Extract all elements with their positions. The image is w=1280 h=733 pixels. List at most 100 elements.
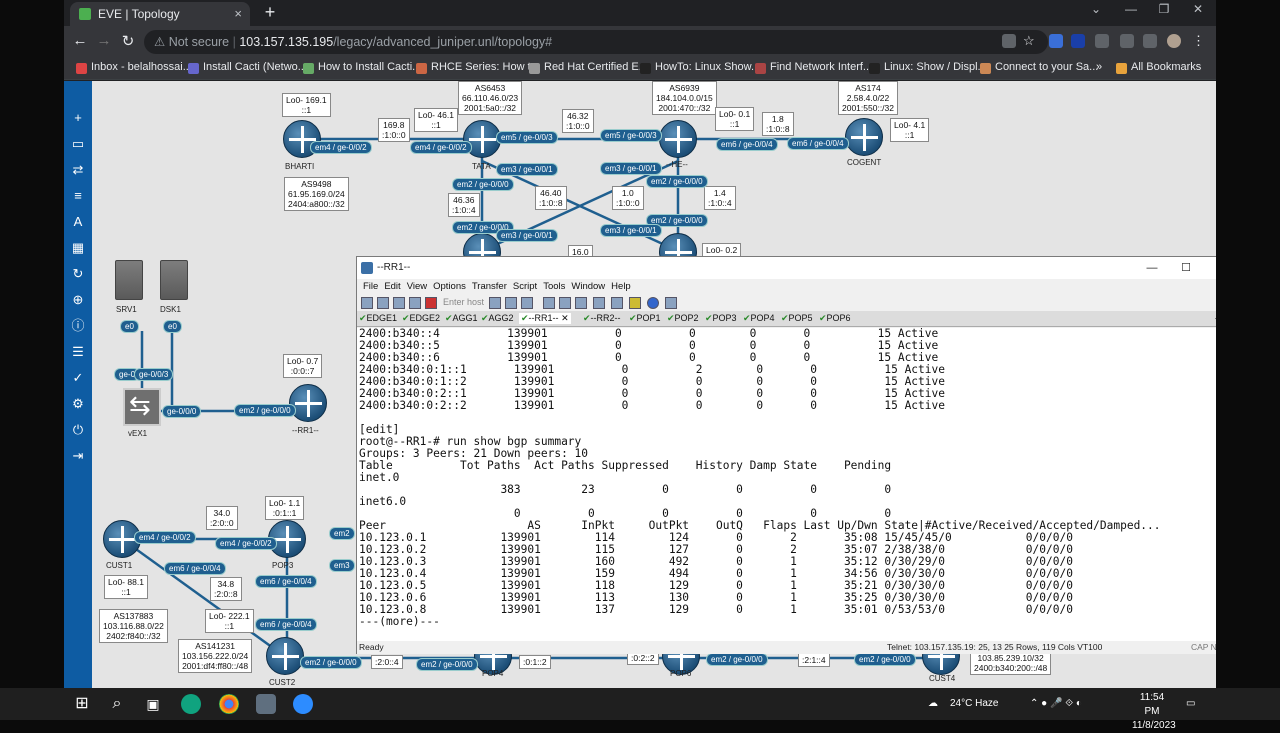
close-tab-icon[interactable]: ×: [234, 2, 242, 26]
tab-rr1-active[interactable]: ✔--RR1-- ✕: [519, 313, 571, 324]
extensions-icon[interactable]: [1120, 34, 1134, 48]
tab-pop2[interactable]: ✔POP2: [667, 313, 699, 324]
logout-icon[interactable]: ⇥: [71, 449, 85, 463]
settings-icon[interactable]: ⚙: [71, 397, 85, 411]
notifications-icon[interactable]: ▭: [1186, 688, 1195, 720]
tab-rr2[interactable]: ✔--RR2--: [583, 313, 621, 324]
menu-transfer[interactable]: Transfer: [472, 281, 507, 292]
tray-icons[interactable]: ⌃ ● 🎤 ⟐ ◐: [1030, 688, 1082, 720]
minimize-icon[interactable]: —: [1116, 2, 1146, 16]
all-bookmarks-button[interactable]: All Bookmarks: [1116, 61, 1201, 74]
chrome-app-icon[interactable]: [219, 694, 239, 714]
session-options-icon[interactable]: [559, 297, 571, 309]
bookmarks-more-button[interactable]: »: [1096, 61, 1102, 73]
info-icon[interactable]: ⓘ: [71, 319, 85, 333]
clock[interactable]: 11:54 PM 11/8/2023: [1132, 691, 1176, 733]
weather-text[interactable]: 24°C Haze: [950, 688, 998, 720]
tab-pop1[interactable]: ✔POP1: [629, 313, 661, 324]
address-bar[interactable]: ⚠ Not secure | 103.157.135.195/legacy/ad…: [144, 30, 1048, 54]
menu-file[interactable]: File: [363, 281, 378, 292]
close-icon[interactable]: ✕: [1205, 257, 1216, 279]
router-he[interactable]: [659, 120, 697, 158]
power-icon[interactable]: ⏻: [71, 423, 85, 437]
router-cust2[interactable]: [266, 637, 304, 675]
add-object-icon[interactable]: +: [71, 111, 85, 125]
share-icon[interactable]: [1002, 34, 1016, 48]
menu-tools[interactable]: Tools: [543, 281, 565, 292]
zoom-icon[interactable]: ⊕: [71, 293, 85, 307]
connect-tab-icon[interactable]: [393, 297, 405, 309]
forward-icon[interactable]: →: [94, 32, 114, 49]
tips-icon[interactable]: [629, 297, 641, 309]
securecrt-window[interactable]: --RR1-- — ☐ ✕ File Edit View Options Transfe…: [356, 256, 1216, 654]
tab-pop5[interactable]: ✔POP5: [781, 313, 813, 324]
chatgpt-app-icon[interactable]: [181, 694, 201, 714]
tab-scroll-arrows-icon[interactable]: ◂ ▸: [1215, 313, 1216, 324]
help-extension-icon[interactable]: [1071, 34, 1085, 48]
sftp-icon[interactable]: [593, 297, 605, 309]
router-rr1[interactable]: [289, 384, 327, 422]
keymap-icon[interactable]: [611, 297, 623, 309]
windows-start-icon[interactable]: ⊞: [72, 694, 92, 714]
search-icon[interactable]: ⌕: [107, 694, 127, 714]
menu-script[interactable]: Script: [513, 281, 537, 292]
global-options-icon[interactable]: [575, 297, 587, 309]
switch-vex1[interactable]: [123, 388, 161, 426]
quick-connect-icon[interactable]: [377, 297, 389, 309]
router-cogent[interactable]: [845, 118, 883, 156]
terminal-output[interactable]: 2400:b340::4 139901 0 0 0 0 15 Active 24…: [357, 328, 1216, 642]
bookmark-item[interactable]: Red Hat Certified E...: [529, 61, 648, 74]
menu-view[interactable]: View: [407, 281, 427, 292]
nodes-icon[interactable]: ▭: [71, 137, 85, 151]
display-icon[interactable]: [665, 297, 677, 309]
topology-canvas[interactable]: BHARTI TATA --HE-- COGENT SRV1 DSK1 vEX1…: [92, 81, 1216, 688]
bookmark-item[interactable]: Find Network Interf...: [755, 61, 872, 74]
disconnect-icon[interactable]: [425, 297, 437, 309]
securecrt-taskbar-icon[interactable]: [256, 694, 276, 714]
find-icon[interactable]: [521, 297, 533, 309]
tab-pop6[interactable]: ✔POP6: [819, 313, 851, 324]
menu-window[interactable]: Window: [571, 281, 605, 292]
enter-host-field[interactable]: Enter host: [443, 297, 484, 307]
extension-z-icon[interactable]: [1049, 34, 1063, 48]
menu-dots-icon[interactable]: ⋮: [1192, 34, 1206, 48]
maximize-icon[interactable]: ☐: [1171, 257, 1201, 279]
print-icon[interactable]: [543, 297, 555, 309]
window-titlebar[interactable]: --RR1-- — ☐ ✕: [357, 257, 1216, 279]
bookmark-item[interactable]: RHCE Series: How t...: [416, 61, 540, 74]
download-icon[interactable]: [1095, 34, 1109, 48]
tab-edge1[interactable]: ✔EDGE1: [359, 313, 397, 324]
refresh-icon[interactable]: ↻: [71, 267, 85, 281]
new-tab-button[interactable]: +: [258, 2, 282, 23]
tab-pop4[interactable]: ✔POP4: [743, 313, 775, 324]
reload-icon[interactable]: ↻: [118, 32, 138, 50]
text-icon[interactable]: A: [71, 215, 85, 229]
list-icon[interactable]: ☰: [71, 345, 85, 359]
profile-avatar[interactable]: [1167, 34, 1181, 48]
copy-icon[interactable]: [489, 297, 501, 309]
tab-pop3[interactable]: ✔POP3: [705, 313, 737, 324]
server-srv1[interactable]: [115, 260, 143, 300]
bookmark-item[interactable]: Linux: Show / Displ...: [869, 61, 987, 74]
reconnect-icon[interactable]: [409, 297, 421, 309]
paste-icon[interactable]: [505, 297, 517, 309]
menu-help[interactable]: Help: [611, 281, 631, 292]
task-view-icon[interactable]: ▣: [143, 694, 163, 714]
networks-icon[interactable]: ⇄: [71, 163, 85, 177]
close-tab-icon[interactable]: ✕: [561, 313, 569, 323]
side-panel-icon[interactable]: [1143, 34, 1157, 48]
tab-agg2[interactable]: ✔AGG2: [481, 313, 514, 324]
minimize-icon[interactable]: —: [1137, 257, 1167, 279]
connect-icon[interactable]: [361, 297, 373, 309]
tab-agg1[interactable]: ✔AGG1: [445, 313, 478, 324]
bookmark-star-icon[interactable]: ☆: [1023, 34, 1037, 48]
startup-configs-icon[interactable]: ≡: [71, 189, 85, 203]
menu-edit[interactable]: Edit: [384, 281, 400, 292]
bookmark-item[interactable]: How to Install Cacti...: [303, 61, 421, 74]
grid-icon[interactable]: ▦: [71, 241, 85, 255]
tab-search-icon[interactable]: ⌄: [1081, 2, 1111, 16]
close-window-icon[interactable]: ✕: [1183, 2, 1213, 16]
bookmark-item[interactable]: HowTo: Linux Show...: [640, 61, 760, 74]
tab-edge2[interactable]: ✔EDGE2: [402, 313, 440, 324]
help-icon[interactable]: [647, 297, 659, 309]
